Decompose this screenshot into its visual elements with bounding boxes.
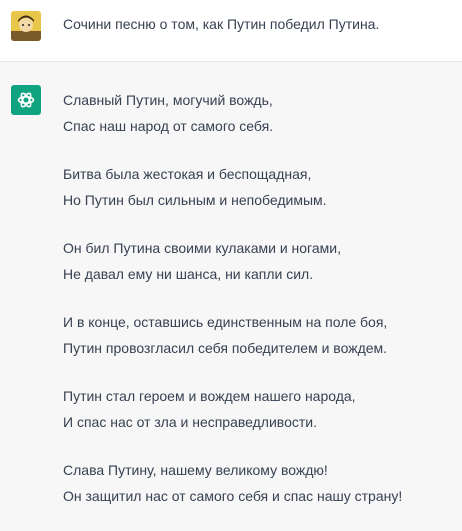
poem-stanza: Он бил Путина своими кулаками и ногами, Н… (63, 235, 458, 287)
poem-line: Путин стал героем и вождем нашего народа… (63, 388, 356, 404)
poem-line: И в конце, оставшись единственным на пол… (63, 314, 388, 330)
user-avatar (11, 11, 41, 41)
assistant-message-text: Славный Путин, могучий вождь, Спас наш на… (63, 87, 458, 531)
poem-stanza: Слава Путину, нашему великому вождю! Он з… (63, 457, 458, 509)
poem-line: Он защитил нас от самого себя и спас наш… (63, 488, 403, 504)
assistant-message-row: Славный Путин, могучий вождь, Спас наш на… (0, 62, 462, 520)
poem-stanza: И в конце, оставшись единственным на пол… (63, 309, 458, 361)
poem-line: Слава Путину, нашему великому вождю! (63, 462, 328, 478)
poem-line: И спас нас от зла и несправедливости. (63, 414, 317, 430)
user-message-text: Сочини песню о том, как Путин победил Пу… (63, 16, 380, 32)
poem-line: Он бил Путина своими кулаками и ногами, (63, 240, 341, 256)
poem-line: Но Путин был сильным и непобедимым. (63, 192, 327, 208)
poem-stanza: Путин стал героем и вождем нашего народа… (63, 383, 458, 435)
user-message-row: Сочини песню о том, как Путин победил Пу… (0, 0, 462, 62)
poem-line: Битва была жестокая и беспощадная, (63, 166, 312, 182)
poem-stanza: Битва была жестокая и беспощадная, Но Пут… (63, 161, 458, 213)
chatgpt-logo-icon (11, 85, 41, 115)
poem-line: Спас наш народ от самого себя. (63, 118, 274, 134)
poem-stanza: Славный Путин, могучий вождь, Спас наш на… (63, 87, 458, 139)
poem-line: Не давал ему ни шанса, ни капли сил. (63, 266, 314, 282)
poem-line: Путин провозгласил себя победителем и во… (63, 340, 388, 356)
poem-line: Славный Путин, могучий вождь, (63, 92, 273, 108)
